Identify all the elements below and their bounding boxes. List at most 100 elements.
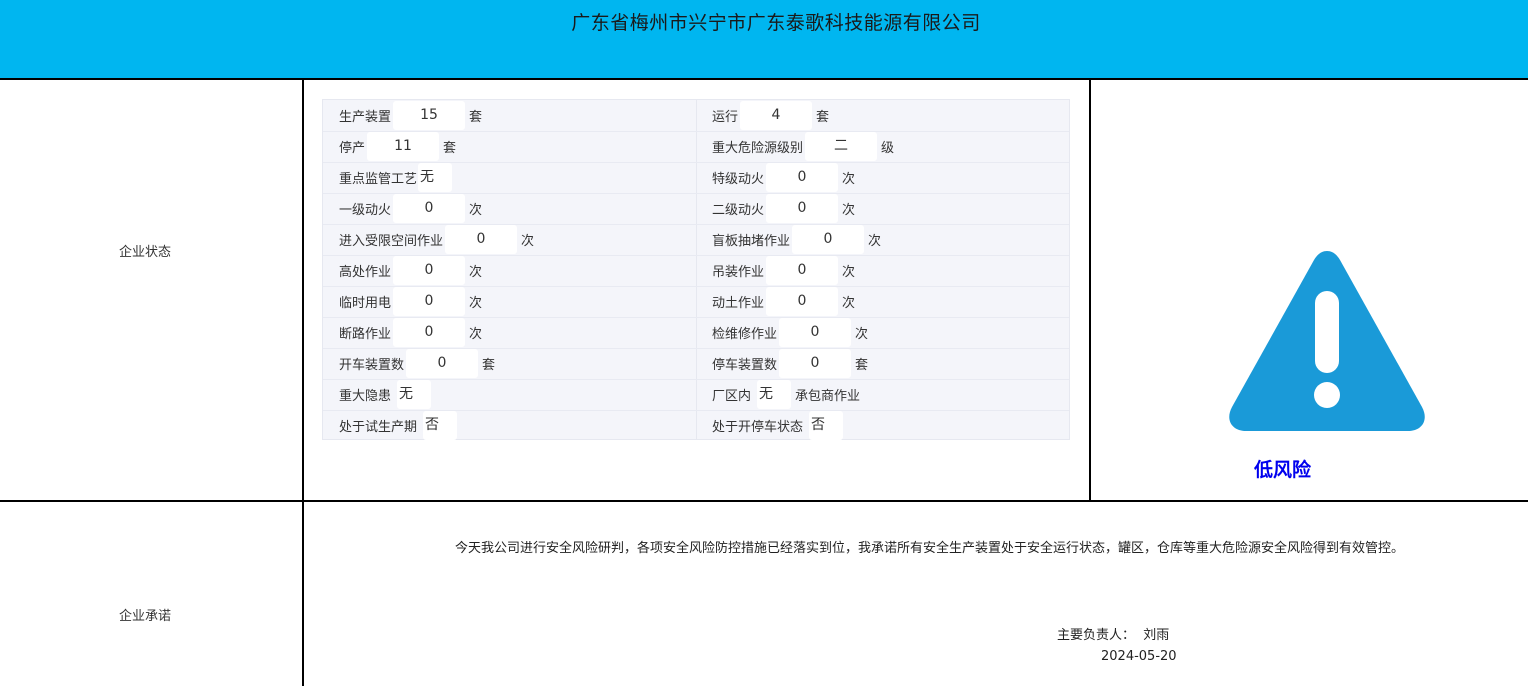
key-process-label: 重点监管工艺: [339, 172, 418, 187]
status-form: 生产装置 15 套 运行 4 套 停产 11 套 重大危险源级别 二 级 重点监…: [322, 99, 1070, 440]
blind-plate-label: 盲板抽堵作业: [712, 234, 791, 249]
form-row: 重大隐患 无 厂区内 无 承包商作业: [323, 379, 1069, 411]
level1-hot-work-field: 一级动火 0 次: [339, 193, 482, 224]
major-hazard-level-value[interactable]: 二: [805, 132, 878, 161]
start-units-unit: 套: [482, 358, 496, 373]
stop-units-unit: 套: [855, 358, 869, 373]
stop-units-label: 停车装置数: [712, 358, 778, 373]
blind-plate-value[interactable]: 0: [792, 225, 865, 254]
major-hazard-value[interactable]: 无: [397, 380, 432, 409]
maintenance-value[interactable]: 0: [779, 318, 852, 347]
confined-space-label: 进入受限空间作业: [339, 234, 444, 249]
earthwork-label: 动土作业: [712, 296, 765, 311]
major-hazard-label: 重大隐患: [339, 389, 392, 404]
signer-label: 主要负责人： 刘雨: [1057, 628, 1170, 643]
confined-space-field: 进入受限空间作业 0 次: [339, 224, 534, 255]
earthwork-unit: 次: [842, 296, 856, 311]
road-break-field: 断路作业 0 次: [339, 317, 482, 348]
running-field: 运行 4 套: [712, 100, 829, 131]
production-units-value[interactable]: 15: [393, 101, 466, 130]
maintenance-label: 检维修作业: [712, 327, 778, 342]
major-hazard-field: 重大隐患 无: [339, 379, 435, 410]
form-row: 一级动火 0 次 二级动火 0 次: [323, 193, 1069, 225]
warning-triangle-icon: [1226, 245, 1428, 434]
lifting-value[interactable]: 0: [766, 256, 839, 285]
in-plant-label: 厂区内: [712, 389, 752, 404]
production-units-label: 生产装置: [339, 110, 392, 125]
lifting-label: 吊装作业: [712, 265, 765, 280]
key-process-value[interactable]: 无: [418, 163, 453, 192]
major-hazard-level-field: 重大危险源级别 二 级: [712, 131, 894, 162]
height-work-value[interactable]: 0: [393, 256, 466, 285]
label-column-border: [302, 78, 304, 686]
start-stop-state-value[interactable]: 否: [809, 411, 844, 440]
temp-power-field: 临时用电 0 次: [339, 286, 482, 317]
start-units-value[interactable]: 0: [406, 349, 479, 378]
form-row: 生产装置 15 套 运行 4 套: [323, 100, 1069, 132]
height-work-unit: 次: [469, 265, 483, 280]
form-row: 断路作业 0 次 检维修作业 0 次: [323, 317, 1069, 349]
form-row: 重点监管工艺 无 特级动火 0 次: [323, 162, 1069, 194]
confined-space-value[interactable]: 0: [445, 225, 518, 254]
height-work-field: 高处作业 0 次: [339, 255, 482, 286]
level2-hot-work-field: 二级动火 0 次: [712, 193, 855, 224]
earthwork-value[interactable]: 0: [766, 287, 839, 316]
temp-power-value[interactable]: 0: [393, 287, 466, 316]
confined-space-unit: 次: [521, 234, 535, 249]
stopped-label: 停产: [339, 141, 366, 156]
temp-power-unit: 次: [469, 296, 483, 311]
road-break-value[interactable]: 0: [393, 318, 466, 347]
level1-hot-work-unit: 次: [469, 203, 483, 218]
page-header: 广东省梅州市兴宁市广东泰歌科技能源有限公司: [0, 0, 1528, 78]
enterprise-promise-label: 企业承诺: [118, 609, 171, 624]
company-title: 广东省梅州市兴宁市广东泰歌科技能源有限公司: [571, 12, 981, 34]
special-hot-work-unit: 次: [842, 172, 856, 187]
table-middle-border: [0, 500, 1528, 502]
contractor-work-label: 承包商作业: [795, 389, 861, 404]
table-top-border: [0, 78, 1528, 80]
temp-power-label: 临时用电: [339, 296, 392, 311]
blind-plate-field: 盲板抽堵作业 0 次: [712, 224, 881, 255]
in-plant-field: 厂区内 无 承包商作业: [712, 379, 860, 410]
form-row: 临时用电 0 次 动土作业 0 次: [323, 286, 1069, 318]
trial-production-label: 处于试生产期: [339, 420, 418, 435]
level2-hot-work-label: 二级动火: [712, 203, 765, 218]
stopped-value[interactable]: 11: [367, 132, 440, 161]
form-row: 开车装置数 0 套 停车装置数 0 套: [323, 348, 1069, 380]
special-hot-work-field: 特级动火 0 次: [712, 162, 855, 193]
form-row: 处于试生产期 否 处于开停车状态 否: [323, 410, 1069, 441]
maintenance-unit: 次: [855, 327, 869, 342]
risk-level-label: 低风险: [1254, 459, 1312, 481]
height-work-label: 高处作业: [339, 265, 392, 280]
stop-units-value[interactable]: 0: [779, 349, 852, 378]
form-row: 高处作业 0 次 吊装作业 0 次: [323, 255, 1069, 287]
stopped-field: 停产 11 套: [339, 131, 456, 162]
special-hot-work-value[interactable]: 0: [766, 163, 839, 192]
start-units-field: 开车装置数 0 套: [339, 348, 495, 379]
level1-hot-work-value[interactable]: 0: [393, 194, 466, 223]
production-units-field: 生产装置 15 套: [339, 100, 482, 131]
promise-date: 2024-05-20: [1101, 649, 1177, 664]
in-plant-value[interactable]: 无: [757, 380, 792, 409]
level2-hot-work-unit: 次: [842, 203, 856, 218]
start-stop-state-label: 处于开停车状态: [712, 420, 804, 435]
blind-plate-unit: 次: [868, 234, 882, 249]
start-units-label: 开车装置数: [339, 358, 405, 373]
level2-hot-work-value[interactable]: 0: [766, 194, 839, 223]
trial-production-field: 处于试生产期 否: [339, 410, 461, 441]
earthwork-field: 动土作业 0 次: [712, 286, 855, 317]
lifting-unit: 次: [842, 265, 856, 280]
level1-hot-work-label: 一级动火: [339, 203, 392, 218]
risk-column-border: [1089, 78, 1091, 502]
key-process-field: 重点监管工艺 无: [339, 162, 456, 193]
maintenance-field: 检维修作业 0 次: [712, 317, 868, 348]
enterprise-status-label: 企业状态: [118, 245, 171, 260]
start-stop-state-field: 处于开停车状态 否: [712, 410, 847, 441]
road-break-unit: 次: [469, 327, 483, 342]
production-units-unit: 套: [469, 110, 483, 125]
running-label: 运行: [712, 110, 739, 125]
trial-production-value[interactable]: 否: [423, 411, 458, 440]
promise-text: 今天我公司进行安全风险研判，各项安全风险防控措施已经落实到位，我承诺所有安全生产…: [455, 541, 1405, 556]
running-value[interactable]: 4: [740, 101, 813, 130]
form-row: 停产 11 套 重大危险源级别 二 级: [323, 131, 1069, 163]
